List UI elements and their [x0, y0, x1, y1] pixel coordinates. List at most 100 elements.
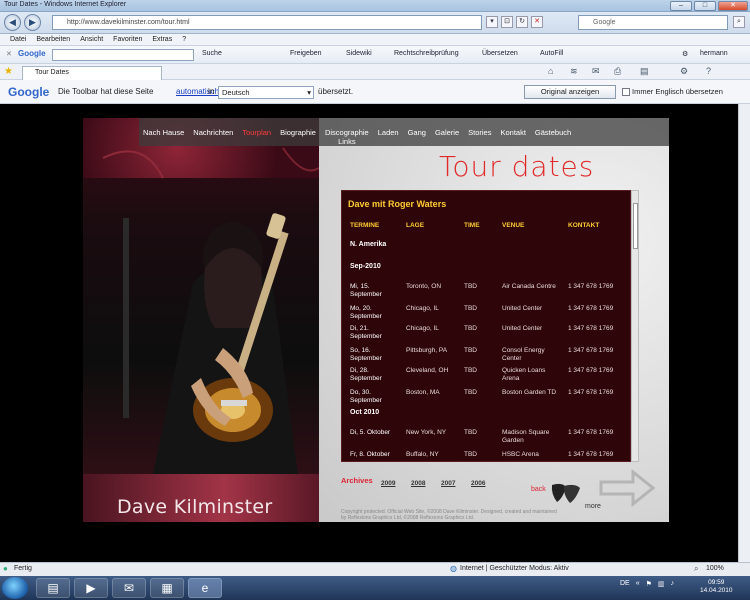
refresh-icon[interactable]: ↻	[516, 16, 528, 28]
menu-item-ansicht[interactable]: Ansicht	[80, 34, 103, 45]
panel-scrollbar[interactable]	[631, 190, 639, 462]
menu-item-datei[interactable]: Datei	[10, 34, 26, 45]
tray-arrow-icon[interactable]: «	[636, 580, 640, 588]
ie-icon[interactable]: e	[188, 578, 222, 598]
nav-item-biography[interactable]: Biographie	[280, 128, 316, 146]
menu-item-bearbeiten[interactable]: Bearbeiten	[36, 34, 70, 45]
menu-item-favoriten[interactable]: Favoriten	[113, 34, 142, 45]
toolbar-translate[interactable]: Übersetzen	[482, 50, 518, 57]
explorer-icon[interactable]: ▤	[36, 578, 70, 598]
volume-icon[interactable]: ♪	[671, 580, 675, 588]
start-button[interactable]	[2, 577, 28, 599]
language-indicator[interactable]: DE	[620, 580, 630, 588]
dropdown-icon[interactable]: ▾	[486, 16, 498, 28]
toolbar-autofill[interactable]: AutoFill	[540, 50, 563, 57]
table-row: Di, 28. September Cleveland, OH TBD Quic…	[350, 367, 614, 382]
close-button[interactable]: ✕	[718, 1, 748, 11]
address-input[interactable]: http://www.davekilminster.com/tour.html	[52, 15, 482, 30]
tab-tour-dates[interactable]: Tour Dates	[22, 66, 162, 80]
always-translate-label: Immer Englisch übersetzen	[632, 87, 723, 96]
media-player-icon[interactable]: ▶	[74, 578, 108, 598]
back-link[interactable]: back	[531, 486, 546, 493]
toolbar-search[interactable]: Suche	[202, 50, 222, 57]
site-navigation: Nach Hause Nachrichten Tourplan Biograph…	[139, 118, 669, 146]
address-actions: ▾ ⊡ ↻ ✕	[486, 16, 543, 28]
zoom-icon: ⌕	[694, 564, 699, 573]
favorites-star-icon[interactable]: ★	[4, 66, 13, 77]
menu-bar: Datei Bearbeiten Ansicht Favoriten Extra…	[0, 34, 750, 46]
search-icon[interactable]: ⌕	[733, 16, 745, 28]
archive-year-2008[interactable]: 2008	[411, 480, 425, 487]
always-translate-checkbox[interactable]	[622, 88, 630, 96]
translate-bar: Google Die Toolbar hat diese Seite autom…	[0, 80, 750, 104]
google-logo: Google	[18, 49, 46, 58]
nav-item-home[interactable]: Nach Hause	[143, 128, 184, 146]
print-icon[interactable]: ⎙	[614, 66, 621, 77]
month-heading-oct: Oct 2010	[350, 409, 380, 416]
close-toolbar-icon[interactable]: ✕	[6, 50, 12, 58]
arrow-right-icon[interactable]	[597, 468, 657, 508]
window-controls: – □ ✕	[670, 1, 748, 11]
toolbar-share[interactable]: Freigeben	[290, 50, 322, 57]
nav-item-stories[interactable]: Stories	[468, 128, 491, 146]
back-arrow-icon[interactable]: ◀	[4, 14, 21, 31]
table-row: Di, 21. September Chicago, IL TBD United…	[350, 325, 614, 340]
nav-item-discography[interactable]: Discographie Links	[325, 128, 369, 146]
page-title: Tour dates	[439, 150, 595, 183]
tools-icon[interactable]: ⚙	[680, 66, 688, 77]
minimize-button[interactable]: –	[670, 1, 692, 11]
archive-year-2007[interactable]: 2007	[441, 480, 455, 487]
google-toolbar: ✕ Google Suche Freigeben Sidewiki Rechts…	[0, 46, 750, 64]
help-icon[interactable]: ?	[706, 66, 711, 76]
menu-item-help[interactable]: ?	[182, 34, 186, 45]
nav-item-gallery[interactable]: Galerie	[435, 128, 459, 146]
nav-item-links[interactable]: Links	[338, 137, 356, 146]
page-icon[interactable]: ▤	[640, 66, 649, 77]
clock[interactable]: 09:59 14.04.2010	[700, 579, 733, 595]
nav-item-shop[interactable]: Laden	[378, 128, 399, 146]
month-heading-sep: Sep-2010	[350, 263, 381, 270]
window-title: Tour Dates - Windows Internet Explorer	[4, 1, 127, 8]
network-status-icon[interactable]: ▥	[658, 580, 665, 588]
archives-label: Archives	[341, 476, 373, 485]
security-zone[interactable]: Internet | Geschützter Modus: Aktiv	[460, 565, 569, 572]
flag-icon[interactable]: ⚑	[646, 580, 652, 588]
window-titlebar[interactable]: Tour Dates - Windows Internet Explorer –…	[0, 0, 750, 12]
maximize-button[interactable]: □	[694, 1, 716, 11]
nav-item-news[interactable]: Nachrichten	[193, 128, 233, 146]
panel-scroll-thumb[interactable]	[633, 203, 638, 249]
compatibility-icon[interactable]: ⊡	[501, 16, 513, 28]
stop-icon[interactable]: ✕	[531, 16, 543, 28]
archive-year-2009[interactable]: 2009	[381, 480, 395, 487]
nav-item-gang[interactable]: Gang	[408, 128, 426, 146]
tour-dates-panel[interactable]: Dave mit Roger Waters TERMINE LAGE TIME …	[341, 190, 631, 462]
col-header-venue: VENUE	[502, 222, 525, 229]
nav-item-guestbook[interactable]: Gästebuch	[535, 128, 571, 146]
nav-item-contact[interactable]: Kontakt	[500, 128, 525, 146]
forward-arrow-icon[interactable]: ▶	[24, 14, 41, 31]
toolbar-sidewiki[interactable]: Sidewiki	[346, 50, 372, 57]
table-row: Do, 30. September Boston, MA TBD Boston …	[350, 389, 614, 404]
search-input[interactable]: Google	[578, 15, 728, 30]
archive-year-2006[interactable]: 2006	[471, 480, 485, 487]
region-heading: N. Amerika	[350, 241, 387, 248]
user-account[interactable]: hermann	[700, 50, 728, 57]
nav-item-tour[interactable]: Tourplan	[242, 128, 271, 146]
col-header-dates: TERMINE	[350, 222, 380, 229]
wrench-icon[interactable]: ⚙	[682, 50, 688, 58]
network-icon[interactable]: ▦	[150, 578, 184, 598]
guitarist-illustration	[102, 147, 319, 474]
zoom-level[interactable]: 100%	[706, 565, 724, 572]
google-search-input[interactable]	[52, 49, 194, 61]
language-select[interactable]: Deutsch ▾	[218, 86, 314, 99]
col-header-time: TIME	[464, 222, 480, 229]
home-icon[interactable]: ⌂	[548, 66, 553, 76]
clock-time: 09:59	[708, 579, 725, 586]
mail-icon[interactable]: ✉	[112, 578, 146, 598]
page-scrollbar[interactable]	[738, 104, 750, 562]
feeds-icon[interactable]: ≋	[570, 66, 578, 77]
mail-icon[interactable]: ✉	[592, 66, 600, 77]
menu-item-extras[interactable]: Extras	[152, 34, 172, 45]
show-original-button[interactable]: Original anzeigen	[524, 85, 616, 99]
toolbar-spellcheck[interactable]: Rechtschreibprüfung	[394, 50, 459, 57]
